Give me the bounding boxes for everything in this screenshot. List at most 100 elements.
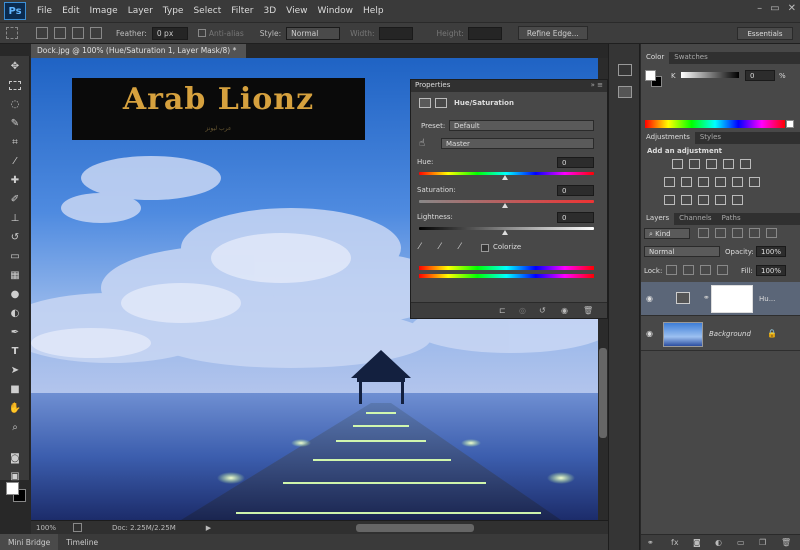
preset-select[interactable]: Default bbox=[449, 120, 594, 131]
eyedropper-icon[interactable]: ⁄ bbox=[419, 242, 421, 252]
intersect-selection-icon[interactable] bbox=[90, 27, 102, 39]
tab-mini-bridge[interactable]: Mini Bridge bbox=[0, 534, 59, 550]
tab-adjustments[interactable]: Adjustments bbox=[641, 132, 695, 144]
menu-type[interactable]: Type bbox=[158, 6, 189, 16]
visibility-eye-icon[interactable]: ◉ bbox=[646, 294, 653, 303]
hue-saturation-icon[interactable] bbox=[664, 177, 675, 187]
eraser-tool-icon[interactable]: ▭ bbox=[4, 248, 26, 265]
crop-tool-icon[interactable]: ⌗ bbox=[4, 134, 26, 151]
lightness-input[interactable]: 0 bbox=[557, 212, 594, 223]
lasso-tool-icon[interactable]: ◌ bbox=[4, 96, 26, 113]
hue-input[interactable]: 0 bbox=[557, 157, 594, 168]
menu-filter[interactable]: Filter bbox=[226, 6, 258, 16]
feather-input[interactable]: 0 px bbox=[151, 26, 188, 40]
new-adjustment-icon[interactable]: ◐ bbox=[715, 538, 722, 547]
fg-color-chip[interactable] bbox=[645, 70, 656, 81]
zoom-tool-icon[interactable]: ⌕ bbox=[4, 419, 26, 436]
lock-transparent-icon[interactable] bbox=[666, 265, 677, 275]
healing-brush-icon[interactable]: ✚ bbox=[4, 172, 26, 189]
menu-3d[interactable]: 3D bbox=[259, 6, 282, 16]
gradient-map-icon[interactable] bbox=[732, 195, 743, 205]
document-tab[interactable]: Dock.jpg @ 100% (Hue/Saturation 1, Layer… bbox=[31, 44, 246, 58]
shape-tool-icon[interactable]: ■ bbox=[4, 381, 26, 398]
height-input[interactable] bbox=[467, 26, 502, 40]
history-panel-icon[interactable] bbox=[618, 64, 632, 76]
channel-mixer-icon[interactable] bbox=[732, 177, 743, 187]
filter-adjustment-icon[interactable] bbox=[715, 228, 726, 238]
vibrance-icon[interactable] bbox=[740, 159, 751, 169]
selective-color-icon[interactable] bbox=[715, 195, 726, 205]
path-select-icon[interactable]: ➤ bbox=[4, 362, 26, 379]
threshold-icon[interactable] bbox=[698, 195, 709, 205]
quick-mask-icon[interactable]: ◙ bbox=[4, 450, 26, 467]
colorize-checkbox[interactable] bbox=[481, 244, 489, 252]
move-tool-icon[interactable]: ✥ bbox=[4, 58, 26, 75]
new-group-icon[interactable]: ▭ bbox=[737, 538, 745, 547]
invert-icon[interactable] bbox=[664, 195, 675, 205]
blur-tool-icon[interactable]: ● bbox=[4, 286, 26, 303]
reset-icon[interactable]: ↺ bbox=[539, 306, 546, 315]
tab-layers[interactable]: Layers bbox=[641, 213, 675, 225]
filter-smart-icon[interactable] bbox=[766, 228, 777, 238]
fill-input[interactable]: 100% bbox=[756, 265, 786, 276]
clip-layer-icon[interactable]: ⊏ bbox=[499, 306, 506, 315]
style-select[interactable]: Normal bbox=[286, 26, 341, 40]
lock-all-icon[interactable] bbox=[717, 265, 728, 275]
menu-select[interactable]: Select bbox=[188, 6, 226, 16]
history-brush-icon[interactable]: ↺ bbox=[4, 229, 26, 246]
eyedropper-plus-icon[interactable]: ⁄ bbox=[439, 242, 441, 252]
color-swatches[interactable] bbox=[6, 482, 26, 502]
saturation-input[interactable]: 0 bbox=[557, 185, 594, 196]
channel-select[interactable]: Master bbox=[441, 138, 594, 149]
layer-name[interactable]: Hu... bbox=[759, 295, 775, 303]
properties-panel-icon[interactable] bbox=[618, 86, 632, 98]
tab-channels[interactable]: Channels bbox=[674, 213, 716, 225]
zoom-level[interactable]: 100% bbox=[31, 524, 61, 532]
curves-icon[interactable] bbox=[706, 159, 717, 169]
k-slider[interactable] bbox=[681, 72, 739, 78]
subtract-selection-icon[interactable] bbox=[72, 27, 84, 39]
black-white-icon[interactable] bbox=[698, 177, 709, 187]
new-layer-icon[interactable]: ❐ bbox=[759, 538, 766, 547]
type-tool-icon[interactable]: T bbox=[4, 343, 26, 360]
target-adjust-icon[interactable]: ☝ bbox=[419, 138, 425, 149]
levels-icon[interactable] bbox=[689, 159, 700, 169]
menu-file[interactable]: File bbox=[32, 6, 57, 16]
pen-tool-icon[interactable]: ✒ bbox=[4, 324, 26, 341]
marquee-tool-icon[interactable] bbox=[6, 27, 18, 39]
menu-edit[interactable]: Edit bbox=[57, 6, 84, 16]
lightness-slider-thumb[interactable] bbox=[502, 230, 508, 235]
new-selection-icon[interactable] bbox=[36, 27, 48, 39]
menu-layer[interactable]: Layer bbox=[123, 6, 158, 16]
lock-pixels-icon[interactable] bbox=[683, 265, 694, 275]
fx-icon[interactable]: fx bbox=[671, 538, 679, 547]
screen-mode-icon[interactable]: ▣ bbox=[4, 468, 26, 485]
stamp-tool-icon[interactable]: ⊥ bbox=[4, 210, 26, 227]
color-balance-icon[interactable] bbox=[681, 177, 692, 187]
layer-name[interactable]: Background bbox=[709, 330, 751, 338]
saturation-slider-thumb[interactable] bbox=[502, 203, 508, 208]
status-arrow-icon[interactable]: ▶ bbox=[206, 524, 211, 532]
opacity-input[interactable]: 100% bbox=[756, 246, 786, 257]
workspace-button[interactable]: Essentials bbox=[737, 27, 793, 40]
properties-header[interactable]: Properties » ≡ bbox=[411, 80, 607, 92]
filter-type-icon[interactable] bbox=[732, 228, 743, 238]
lock-position-icon[interactable] bbox=[700, 265, 711, 275]
visibility-eye-icon[interactable]: ◉ bbox=[646, 329, 653, 338]
layer-mask-thumbnail[interactable] bbox=[711, 285, 753, 313]
posterize-icon[interactable] bbox=[681, 195, 692, 205]
eyedropper-minus-icon[interactable]: ⁄ bbox=[459, 242, 461, 252]
panel-menu-icon[interactable]: » ≡ bbox=[591, 81, 603, 89]
eyedropper-tool-icon[interactable]: ⁄ bbox=[4, 153, 26, 170]
gradient-tool-icon[interactable]: ▦ bbox=[4, 267, 26, 284]
menu-window[interactable]: Window bbox=[313, 6, 359, 16]
k-input[interactable]: 0 bbox=[745, 70, 775, 81]
link-layers-icon[interactable]: ⚭ bbox=[647, 538, 654, 547]
refine-edge-button[interactable]: Refine Edge... bbox=[517, 26, 588, 40]
tab-paths[interactable]: Paths bbox=[717, 213, 746, 225]
add-selection-icon[interactable] bbox=[54, 27, 66, 39]
photo-filter-icon[interactable] bbox=[715, 177, 726, 187]
color-ramp[interactable] bbox=[645, 120, 785, 128]
chain-link-icon[interactable]: ⚭ bbox=[703, 293, 710, 302]
marquee-tool-icon[interactable] bbox=[4, 77, 26, 94]
